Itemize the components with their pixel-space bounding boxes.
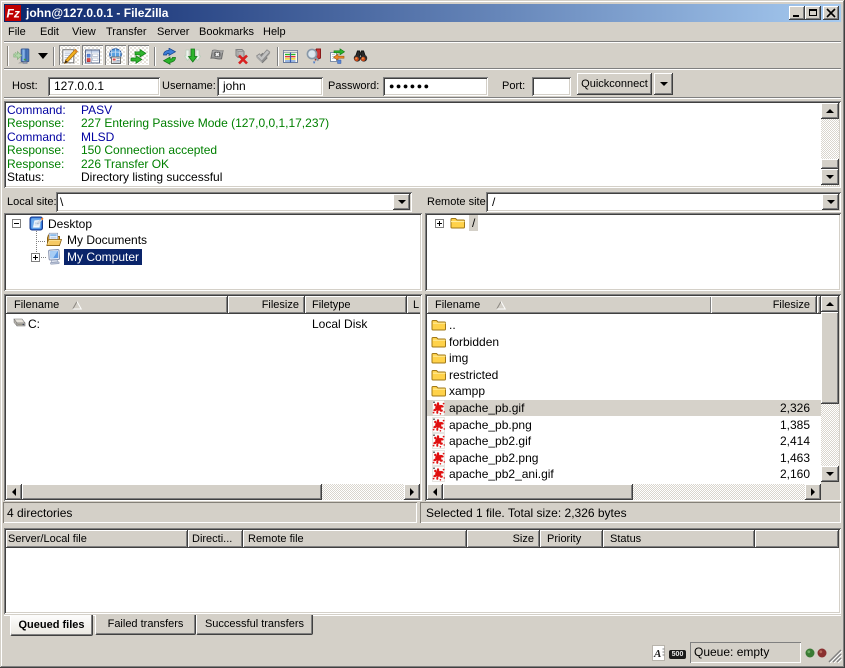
svg-text:Fz: Fz: [7, 7, 20, 21]
svg-text:A: A: [653, 648, 661, 660]
